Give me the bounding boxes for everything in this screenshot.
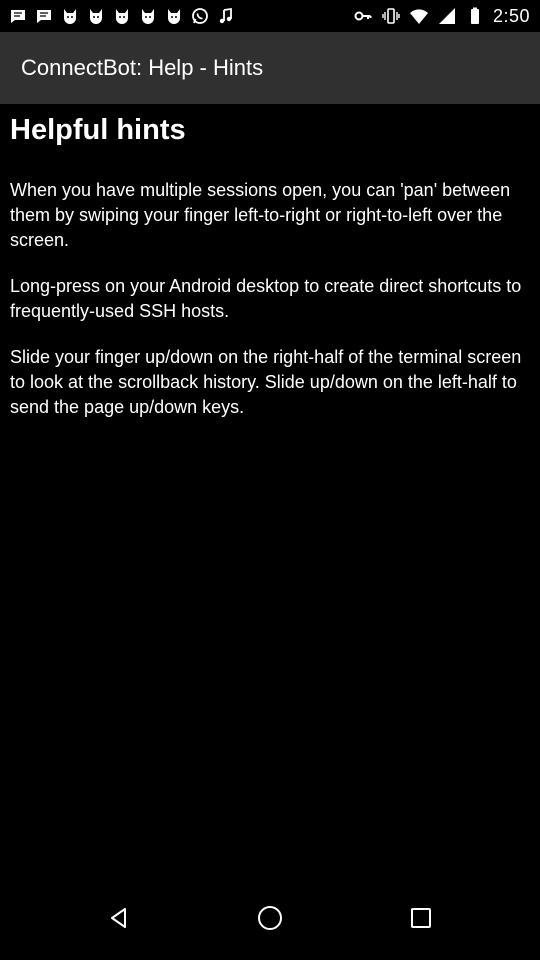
message-icon [8,6,28,26]
cat-icon [86,6,106,26]
message-icon [34,6,54,26]
action-bar: ConnectBot: Help - Hints [0,32,540,104]
cat-icon [138,6,158,26]
music-note-icon [216,6,236,26]
back-icon [105,904,133,937]
hints-heading: Helpful hints [10,114,186,146]
screen: 2:50 ConnectBot: Help - Hints Helpful hi… [0,0,540,960]
recents-icon [407,904,435,937]
status-bar: 2:50 [0,0,540,32]
page-title: ConnectBot: Help - Hints [21,55,264,80]
key-icon [353,6,373,26]
help-content[interactable]: Helpful hints When you have multiple ses… [0,104,540,880]
cat-icon [164,6,184,26]
hint-paragraph: When you have multiple sessions open, yo… [10,180,511,250]
vibrate-icon [381,6,401,26]
wifi-icon [409,6,429,26]
notification-icons [8,0,236,32]
home-button[interactable] [240,898,300,942]
signal-icon [437,6,457,26]
battery-icon [465,6,485,26]
cat-icon [60,6,80,26]
hint-paragraph: Slide your finger up/down on the right-h… [10,347,522,417]
home-icon [256,904,284,937]
hint-paragraph: Long-press on your Android desktop to cr… [10,276,522,321]
whatsapp-icon [190,6,210,26]
navigation-bar [0,880,540,960]
system-icons: 2:50 [353,0,530,32]
cat-icon [112,6,132,26]
back-button[interactable] [89,898,149,942]
clock: 2:50 [492,5,530,26]
recents-button[interactable] [391,898,451,942]
